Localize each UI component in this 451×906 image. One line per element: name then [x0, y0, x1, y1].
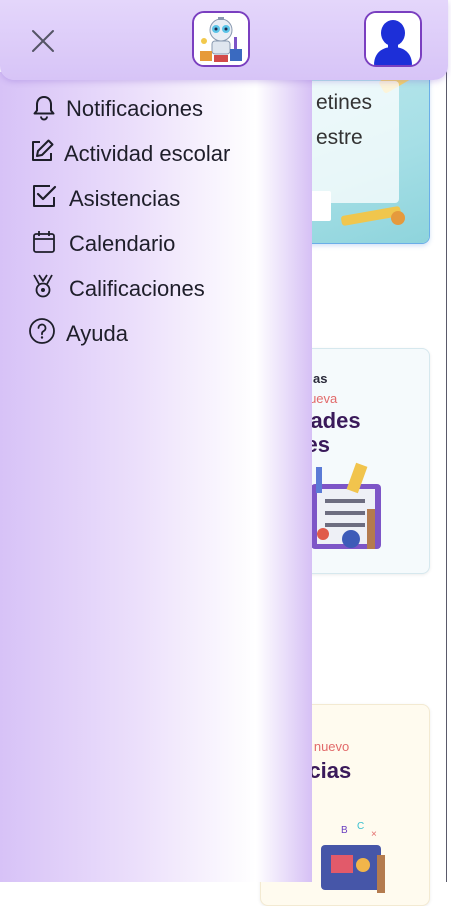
user-avatar-silhouette [366, 13, 420, 65]
card-kicker: as [313, 371, 328, 386]
calendar-icon [33, 231, 55, 253]
app-header [0, 0, 448, 80]
competencies-illustration: B C × [321, 821, 385, 893]
menu-item-notificaciones[interactable]: Notificaciones [0, 89, 300, 129]
menu-item-calendario[interactable]: Calendario [0, 224, 300, 264]
menu-item-label: Notificaciones [66, 96, 203, 121]
svg-text:×: × [371, 829, 377, 840]
activities-illustration [311, 462, 381, 549]
menu-item-calificaciones[interactable]: Calificaciones [0, 269, 300, 309]
page-edge-divider [446, 0, 447, 882]
svg-text:C: C [357, 821, 364, 832]
menu-item-asistencias[interactable]: Asistencias [0, 179, 300, 219]
edit-icon [32, 139, 54, 161]
menu-item-label: Calendario [69, 231, 176, 256]
side-drawer: Notificaciones Actividad escolar Asisten… [0, 72, 312, 882]
app-logo-button[interactable] [192, 11, 250, 67]
menu-item-label: Calificaciones [69, 276, 205, 301]
menu-item-label: Actividad escolar [64, 141, 231, 166]
menu-item-label: Ayuda [66, 321, 128, 346]
svg-text:B: B [341, 825, 348, 836]
help-icon [29, 318, 55, 344]
card-title-line-2: estre [316, 126, 363, 149]
close-icon[interactable] [28, 26, 58, 56]
decor-sharpener [391, 211, 405, 225]
robot-mascot-logo [194, 13, 248, 65]
menu-item-ayuda[interactable]: Ayuda [0, 314, 300, 354]
user-avatar-button[interactable] [364, 11, 422, 67]
medal-icon [33, 274, 53, 298]
menu-item-label: Asistencias [69, 186, 181, 211]
checkbox-icon [33, 185, 57, 207]
menu-item-actividad-escolar[interactable]: Actividad escolar [0, 134, 300, 174]
bell-icon [33, 96, 55, 121]
card-title-line-1: etines [316, 91, 373, 114]
